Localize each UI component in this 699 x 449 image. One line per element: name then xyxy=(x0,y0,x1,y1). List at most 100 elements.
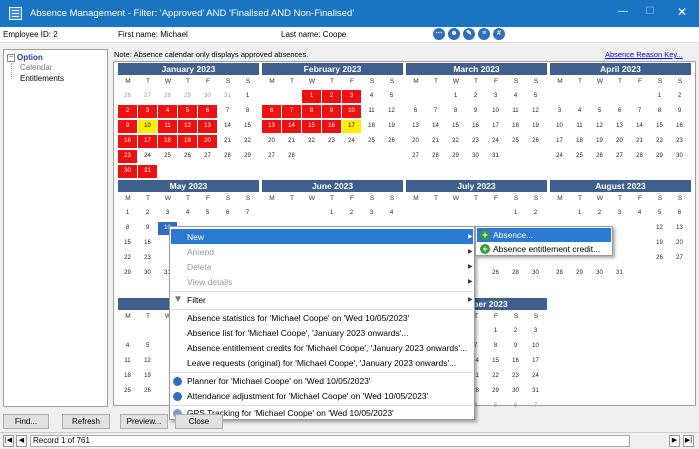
calendar-day[interactable]: 1 xyxy=(322,207,341,220)
calendar-day[interactable]: 12 xyxy=(178,120,197,133)
calendar-day[interactable]: 2 xyxy=(526,207,545,220)
calendar-day[interactable]: 17 xyxy=(550,135,569,148)
calendar-day[interactable]: 11 xyxy=(118,355,137,368)
calendar-day[interactable]: 9 xyxy=(138,222,157,235)
calendar-day[interactable]: 21 xyxy=(630,135,649,148)
calendar-day[interactable]: 27 xyxy=(138,90,157,103)
calendar-day[interactable]: 1 xyxy=(486,325,505,338)
menu-item-planner[interactable]: Planner for 'Michael Coope' on 'Wed 10/0… xyxy=(187,376,371,386)
calendar-day[interactable]: 6 xyxy=(218,207,237,220)
calendar-day[interactable]: 17 xyxy=(526,355,545,368)
calendar-day[interactable]: 3 xyxy=(550,105,569,118)
calendar-day[interactable]: 5 xyxy=(382,90,401,103)
calendar-day[interactable]: 25 xyxy=(570,150,589,163)
calendar-day[interactable]: 25 xyxy=(506,135,525,148)
calendar-day[interactable]: 16 xyxy=(670,120,689,133)
calendar-day[interactable]: 6 xyxy=(610,105,629,118)
calendar-day[interactable]: 9 xyxy=(322,105,341,118)
calendar-day[interactable]: 18 xyxy=(158,135,177,148)
calendar-day[interactable]: 29 xyxy=(238,150,257,163)
calendar-day[interactable]: 10 xyxy=(342,105,361,118)
calendar-day[interactable]: 19 xyxy=(178,135,197,148)
calendar-day[interactable]: 24 xyxy=(342,135,361,148)
menu-item-leave-requests[interactable]: Leave requests (original) for 'Michael C… xyxy=(187,358,456,368)
calendar-day[interactable]: 1 xyxy=(650,90,669,103)
calendar-day[interactable]: 30 xyxy=(670,150,689,163)
calendar-day[interactable]: 17 xyxy=(342,120,361,133)
calendar-day[interactable]: 18 xyxy=(362,120,381,133)
calendar-day[interactable]: 21 xyxy=(282,135,301,148)
calendar-day[interactable]: 3 xyxy=(526,325,545,338)
calendar-day[interactable]: 22 xyxy=(446,135,465,148)
calendar-day[interactable]: 9 xyxy=(118,120,137,133)
calendar-day[interactable]: 26 xyxy=(526,135,545,148)
calendar-day[interactable]: 11 xyxy=(158,120,177,133)
calendar-day[interactable]: 6 xyxy=(670,207,689,220)
calendar-day[interactable]: 3 xyxy=(362,207,381,220)
calendar-day[interactable]: 25 xyxy=(158,150,177,163)
calendar-day[interactable]: 5 xyxy=(178,105,197,118)
close-window-button[interactable]: ✕ xyxy=(672,5,692,19)
calendar-day[interactable]: 13 xyxy=(610,120,629,133)
menu-item-entitlement-credits[interactable]: Absence entitlement credits for 'Michael… xyxy=(187,343,467,353)
calendar-day[interactable]: 23 xyxy=(466,135,485,148)
calendar-day[interactable]: 23 xyxy=(506,370,525,383)
person-icon[interactable]: ☻ xyxy=(448,28,460,40)
calendar-day[interactable]: 12 xyxy=(526,105,545,118)
calendar-day[interactable]: 2 xyxy=(118,105,137,118)
calendar-day[interactable]: 23 xyxy=(322,135,341,148)
calendar-day[interactable]: 26 xyxy=(178,150,197,163)
calendar-day[interactable]: 5 xyxy=(590,105,609,118)
calendar-day[interactable]: 26 xyxy=(118,90,137,103)
calendar-day[interactable]: 1 xyxy=(446,90,465,103)
calendar-day[interactable]: 29 xyxy=(178,90,197,103)
calendar-day[interactable]: 17 xyxy=(486,120,505,133)
calendar-day[interactable]: 2 xyxy=(322,90,341,103)
calendar-day[interactable]: 1 xyxy=(570,207,589,220)
calendar-day[interactable]: 31 xyxy=(218,90,237,103)
calendar-day[interactable]: 26 xyxy=(650,252,669,265)
calendar-day[interactable]: 22 xyxy=(238,135,257,148)
calendar-day[interactable]: 3 xyxy=(138,105,157,118)
close-button[interactable]: Close xyxy=(175,414,223,429)
calendar-day[interactable]: 8 xyxy=(302,105,321,118)
calendar-day[interactable]: 11 xyxy=(570,120,589,133)
calendar-day[interactable]: 22 xyxy=(650,135,669,148)
calendar-day[interactable]: 19 xyxy=(590,135,609,148)
calendar-day[interactable]: 28 xyxy=(630,150,649,163)
calendar-day[interactable]: 27 xyxy=(610,150,629,163)
calendar-day[interactable]: 18 xyxy=(506,120,525,133)
calendar-day[interactable]: 30 xyxy=(506,385,525,398)
calendar-day[interactable]: 3 xyxy=(610,207,629,220)
calendar-day[interactable]: 2 xyxy=(590,207,609,220)
calendar-day[interactable]: 20 xyxy=(198,135,217,148)
calendar-day[interactable]: 27 xyxy=(670,252,689,265)
calendar-day[interactable]: 22 xyxy=(486,370,505,383)
calendar-day[interactable]: 4 xyxy=(362,90,381,103)
preview-button[interactable]: Preview... xyxy=(120,414,168,429)
calendar-day[interactable]: 3 xyxy=(158,207,177,220)
calendar-day[interactable]: 20 xyxy=(262,135,281,148)
calendar-day[interactable]: 6 xyxy=(198,105,217,118)
calendar-day[interactable]: 22 xyxy=(302,135,321,148)
calendar-day[interactable]: 2 xyxy=(138,207,157,220)
calendar-day[interactable]: 17 xyxy=(138,135,157,148)
calendar-day[interactable]: 28 xyxy=(426,150,445,163)
calendar-day[interactable]: 9 xyxy=(506,340,525,353)
calendar-day[interactable]: 16 xyxy=(118,135,137,148)
calendar-day[interactable]: 19 xyxy=(382,120,401,133)
tree-item-calendar[interactable]: Calendar xyxy=(20,63,52,72)
calendar-day[interactable]: 24 xyxy=(486,135,505,148)
calendar-day[interactable]: 4 xyxy=(158,105,177,118)
calendar-day[interactable]: 23 xyxy=(138,252,157,265)
calendar-day[interactable]: 8 xyxy=(446,105,465,118)
tree-root-option[interactable]: − Option xyxy=(7,53,43,62)
tree-item-entitlements[interactable]: Entitlements xyxy=(20,74,64,83)
calendar-day[interactable]: 26 xyxy=(138,385,157,398)
calendar-day[interactable]: 11 xyxy=(506,105,525,118)
calendar-day[interactable]: 20 xyxy=(406,135,425,148)
collapse-icon[interactable]: − xyxy=(7,53,15,62)
calendar-day[interactable]: 24 xyxy=(526,370,545,383)
calendar-day[interactable]: 5 xyxy=(138,340,157,353)
calendar-day[interactable]: 22 xyxy=(118,252,137,265)
